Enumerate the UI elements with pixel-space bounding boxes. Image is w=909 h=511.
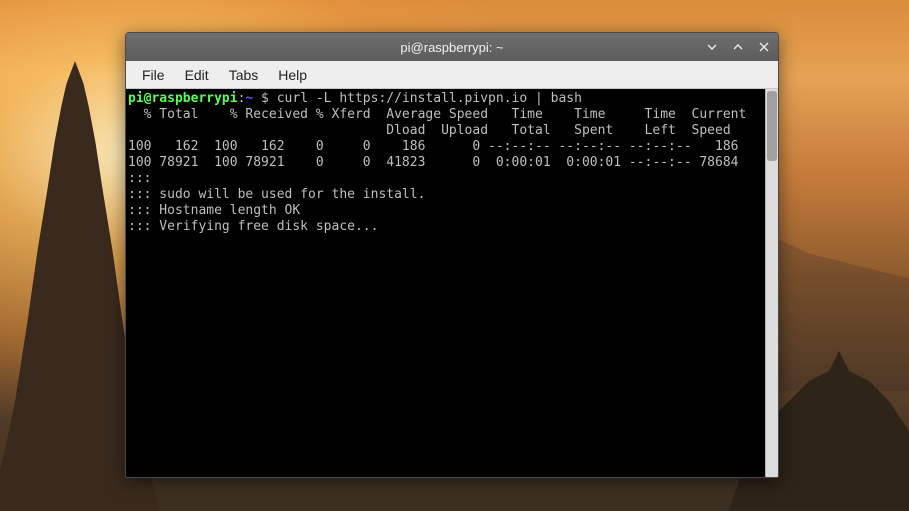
terminal-area: pi@raspberrypi:~ $ curl -L https://insta…: [126, 89, 778, 477]
install-msg-4: ::: Verifying free disk space...: [128, 219, 378, 234]
minimize-button[interactable]: [704, 39, 720, 55]
menu-tabs[interactable]: Tabs: [219, 64, 269, 86]
curl-header-1: % Total % Received % Xferd Average Speed…: [128, 107, 746, 122]
close-button[interactable]: [756, 39, 772, 55]
menu-file[interactable]: File: [132, 64, 175, 86]
install-msg-2: ::: sudo will be used for the install.: [128, 187, 425, 202]
menubar: File Edit Tabs Help: [126, 61, 778, 89]
maximize-button[interactable]: [730, 39, 746, 55]
menu-help[interactable]: Help: [268, 64, 317, 86]
typed-command: curl -L https://install.pivpn.io | bash: [277, 91, 582, 106]
install-msg-1: :::: [128, 171, 151, 186]
install-msg-3: ::: Hostname length OK: [128, 203, 300, 218]
prompt-user-host: pi@raspberrypi: [128, 91, 238, 106]
window-title: pi@raspberrypi: ~: [400, 40, 503, 55]
titlebar[interactable]: pi@raspberrypi: ~: [126, 33, 778, 61]
window-controls: [704, 33, 772, 61]
terminal-scrollbar[interactable]: [765, 89, 778, 477]
curl-progress-row-1: 100 162 100 162 0 0 186 0 --:--:-- --:--…: [128, 139, 738, 154]
menu-edit[interactable]: Edit: [175, 64, 219, 86]
prompt-sigil: $: [253, 91, 276, 106]
curl-progress-row-2: 100 78921 100 78921 0 0 41823 0 0:00:01 …: [128, 155, 738, 170]
terminal-output[interactable]: pi@raspberrypi:~ $ curl -L https://insta…: [126, 89, 765, 477]
scrollbar-thumb[interactable]: [767, 91, 777, 161]
curl-header-2: Dload Upload Total Spent Left Speed: [128, 123, 731, 138]
terminal-window: pi@raspberrypi: ~ File Edit Tabs Help pi…: [125, 32, 779, 478]
